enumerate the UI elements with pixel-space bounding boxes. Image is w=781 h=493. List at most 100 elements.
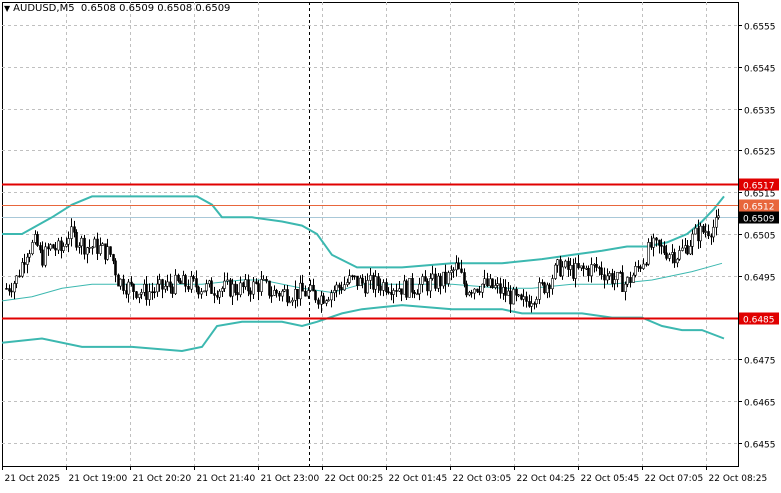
candle-body [460,268,463,273]
candle-body [195,278,198,288]
candle-body [231,283,234,297]
candle-body [242,282,245,288]
candle-body [491,278,494,288]
candle-body [426,281,429,292]
candle-body [333,290,336,294]
candle-body [374,276,377,290]
candle-body [476,288,479,292]
candle-body [473,288,476,294]
candle-body [543,282,546,294]
candle-body [447,272,450,284]
candle-body [39,245,42,251]
candle-body [153,291,156,294]
candle-body [369,275,372,281]
candle-body [400,288,403,295]
y-tick-label: 0.6505 [744,232,776,242]
candle-body [106,246,109,260]
candle-body [208,280,211,285]
y-tick-label: 0.6525 [744,148,776,158]
candle-body [286,289,289,303]
candle-body [385,282,388,293]
x-tick-label: 22 Oct 08:25 [709,474,768,484]
candle-body [699,225,702,242]
candle-body [530,303,533,307]
candle-body [494,285,497,288]
candle-body [621,272,624,292]
candle-body [613,279,616,284]
candle-body [244,279,247,288]
candle-body [166,281,169,287]
candle-body [265,279,268,282]
chart-canvas[interactable]: 0.65550.65450.65350.65250.65150.65050.64… [0,0,781,489]
candle-body [626,277,629,285]
x-tick-label: 22 Oct 05:45 [581,474,640,484]
candle-body [304,290,307,297]
candle-body [169,281,172,288]
candle-body [577,263,580,269]
candle-body [606,275,609,281]
candle-body [335,284,338,291]
candle-body [353,275,356,278]
candle-body [561,266,564,277]
candle-body [600,267,603,276]
candle-body [418,284,421,295]
y-tick-label: 0.6455 [744,441,776,451]
candle-body [114,260,117,276]
candle-body [330,292,333,301]
collapse-triangle-icon[interactable]: ▼ [4,4,10,13]
candle-body [587,267,590,277]
candle-body [715,217,718,228]
level-price-label: 0.6485 [743,316,775,326]
candle-body [668,254,671,259]
candle-body [379,285,382,291]
candle-body [44,246,47,266]
candle-body [356,275,359,287]
candle-body [135,291,138,298]
candle-body [117,274,120,287]
candle-body [548,284,551,290]
candle-body [301,282,304,292]
candle-body [156,283,159,293]
candle-body [130,281,133,285]
candle-body [582,265,585,269]
candle-body [429,278,432,292]
candle-body [8,288,11,292]
candle-body [31,242,34,255]
candle-body [509,290,512,305]
candle-body [91,246,94,249]
candle-body [78,245,81,248]
candle-body [275,290,278,294]
candle-body [499,283,502,294]
candle-body [221,288,224,292]
candle-body [296,289,299,300]
candle-body [67,238,70,245]
candle-body [717,215,720,218]
level-price-label: 0.6517 [743,182,775,192]
candle-body [522,296,525,300]
candle-body [247,279,250,292]
candle-body [486,278,489,287]
candle-body [652,237,655,248]
candle-body [322,295,325,304]
candle-body [346,282,349,285]
candle-body [434,273,437,289]
candle-body [551,278,554,290]
candle-body [57,240,60,251]
candle-body [665,252,668,259]
candle-body [15,275,18,284]
x-tick-label: 21 Oct 23:00 [261,474,320,484]
candle-body [148,291,151,300]
x-tick-label: 22 Oct 01:45 [389,474,448,484]
candle-body [392,290,395,295]
candle-body [36,234,39,246]
candle-body [26,256,29,265]
bollinger-lower-band [1,304,725,353]
candle-body [366,280,369,294]
candle-body [127,281,130,295]
candle-body [262,279,265,281]
candle-body [249,290,252,295]
candle-body [187,285,190,290]
candle-body [424,276,427,282]
candle-body [109,246,112,255]
candle-body [200,291,203,295]
